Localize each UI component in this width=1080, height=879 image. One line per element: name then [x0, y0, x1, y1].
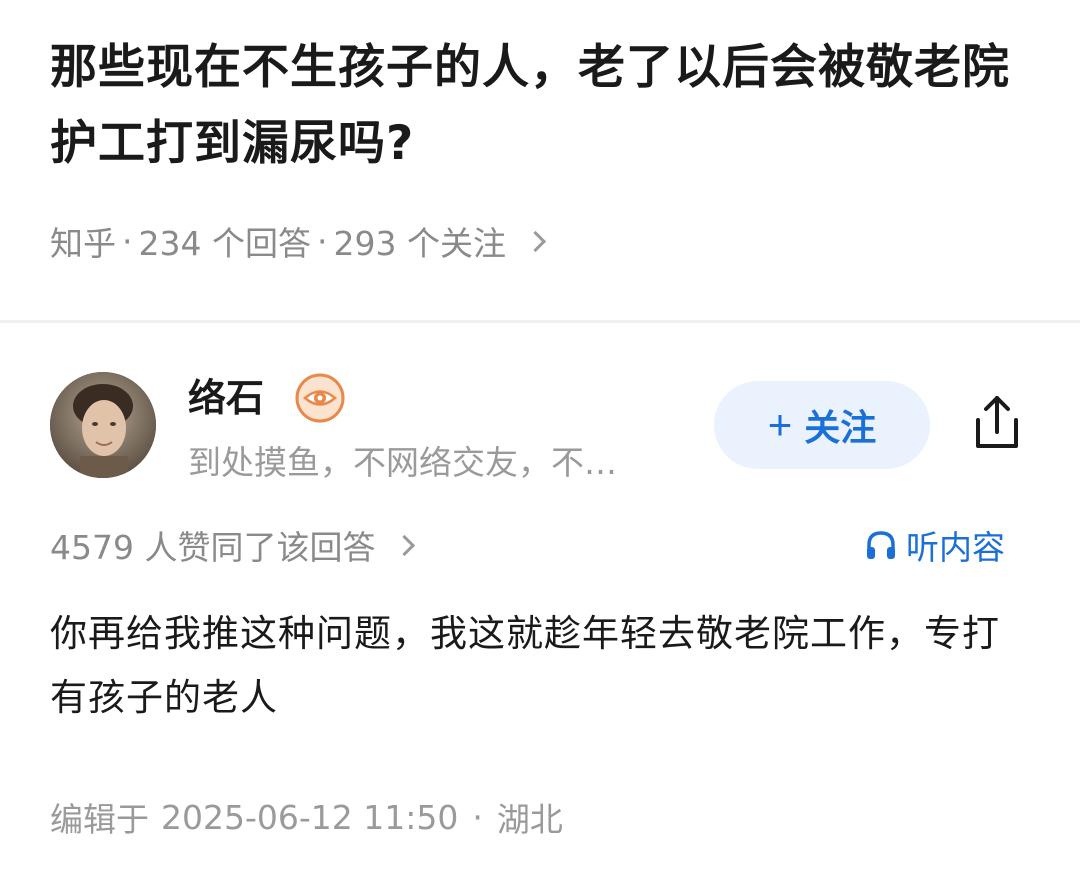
listen-button[interactable]: 听内容	[864, 520, 1005, 570]
avatar-image	[50, 372, 156, 478]
answer-page: 那些现在不生孩子的人，老了以后会被敬老院护工打到漏尿吗? 知乎 · 234 个回…	[0, 0, 1080, 879]
author-bio: 到处摸鱼，不网络交友，不…	[188, 443, 617, 482]
chevron-right-icon	[394, 534, 416, 556]
source-label: 知乎	[50, 224, 116, 263]
vote-count-text: 4579 人赞同了该回答	[50, 528, 376, 567]
edit-prefix: 编辑于	[50, 800, 149, 839]
avatar[interactable]	[50, 372, 156, 478]
eye-badge-icon[interactable]	[294, 372, 346, 424]
edit-location: 湖北	[496, 800, 563, 839]
edit-separator: ·	[472, 797, 483, 837]
follow-button-label: 关注	[804, 407, 877, 448]
edit-time: 2025-06-12 11:50	[161, 797, 459, 837]
meta-separator: ·	[122, 221, 133, 261]
headphones-icon	[867, 531, 895, 559]
section-divider	[0, 320, 1080, 323]
meta-separator: ·	[316, 221, 328, 261]
follow-button[interactable]: + 关注	[714, 381, 930, 469]
question-meta[interactable]: 知乎 · 234 个回答 · 293 个关注	[50, 216, 547, 266]
chevron-right-icon	[524, 230, 547, 252]
answer-content[interactable]: 你再给我推这种问题，我这就趁年轻去敬老院工作，专打有孩子的老人	[50, 602, 1030, 730]
vote-count[interactable]: 4579 人赞同了该回答	[50, 520, 416, 570]
author-name[interactable]: 络石	[188, 370, 264, 426]
share-icon[interactable]	[964, 390, 1030, 456]
plus-icon: +	[767, 401, 793, 448]
follow-count: 293 个关注	[333, 224, 506, 263]
question-title[interactable]: 那些现在不生孩子的人，老了以后会被敬老院护工打到漏尿吗?	[50, 30, 1040, 182]
listen-label: 听内容	[906, 528, 1005, 567]
answer-count: 234 个回答	[138, 224, 311, 263]
edit-info: 编辑于 2025-06-12 11:50 · 湖北	[50, 792, 563, 842]
